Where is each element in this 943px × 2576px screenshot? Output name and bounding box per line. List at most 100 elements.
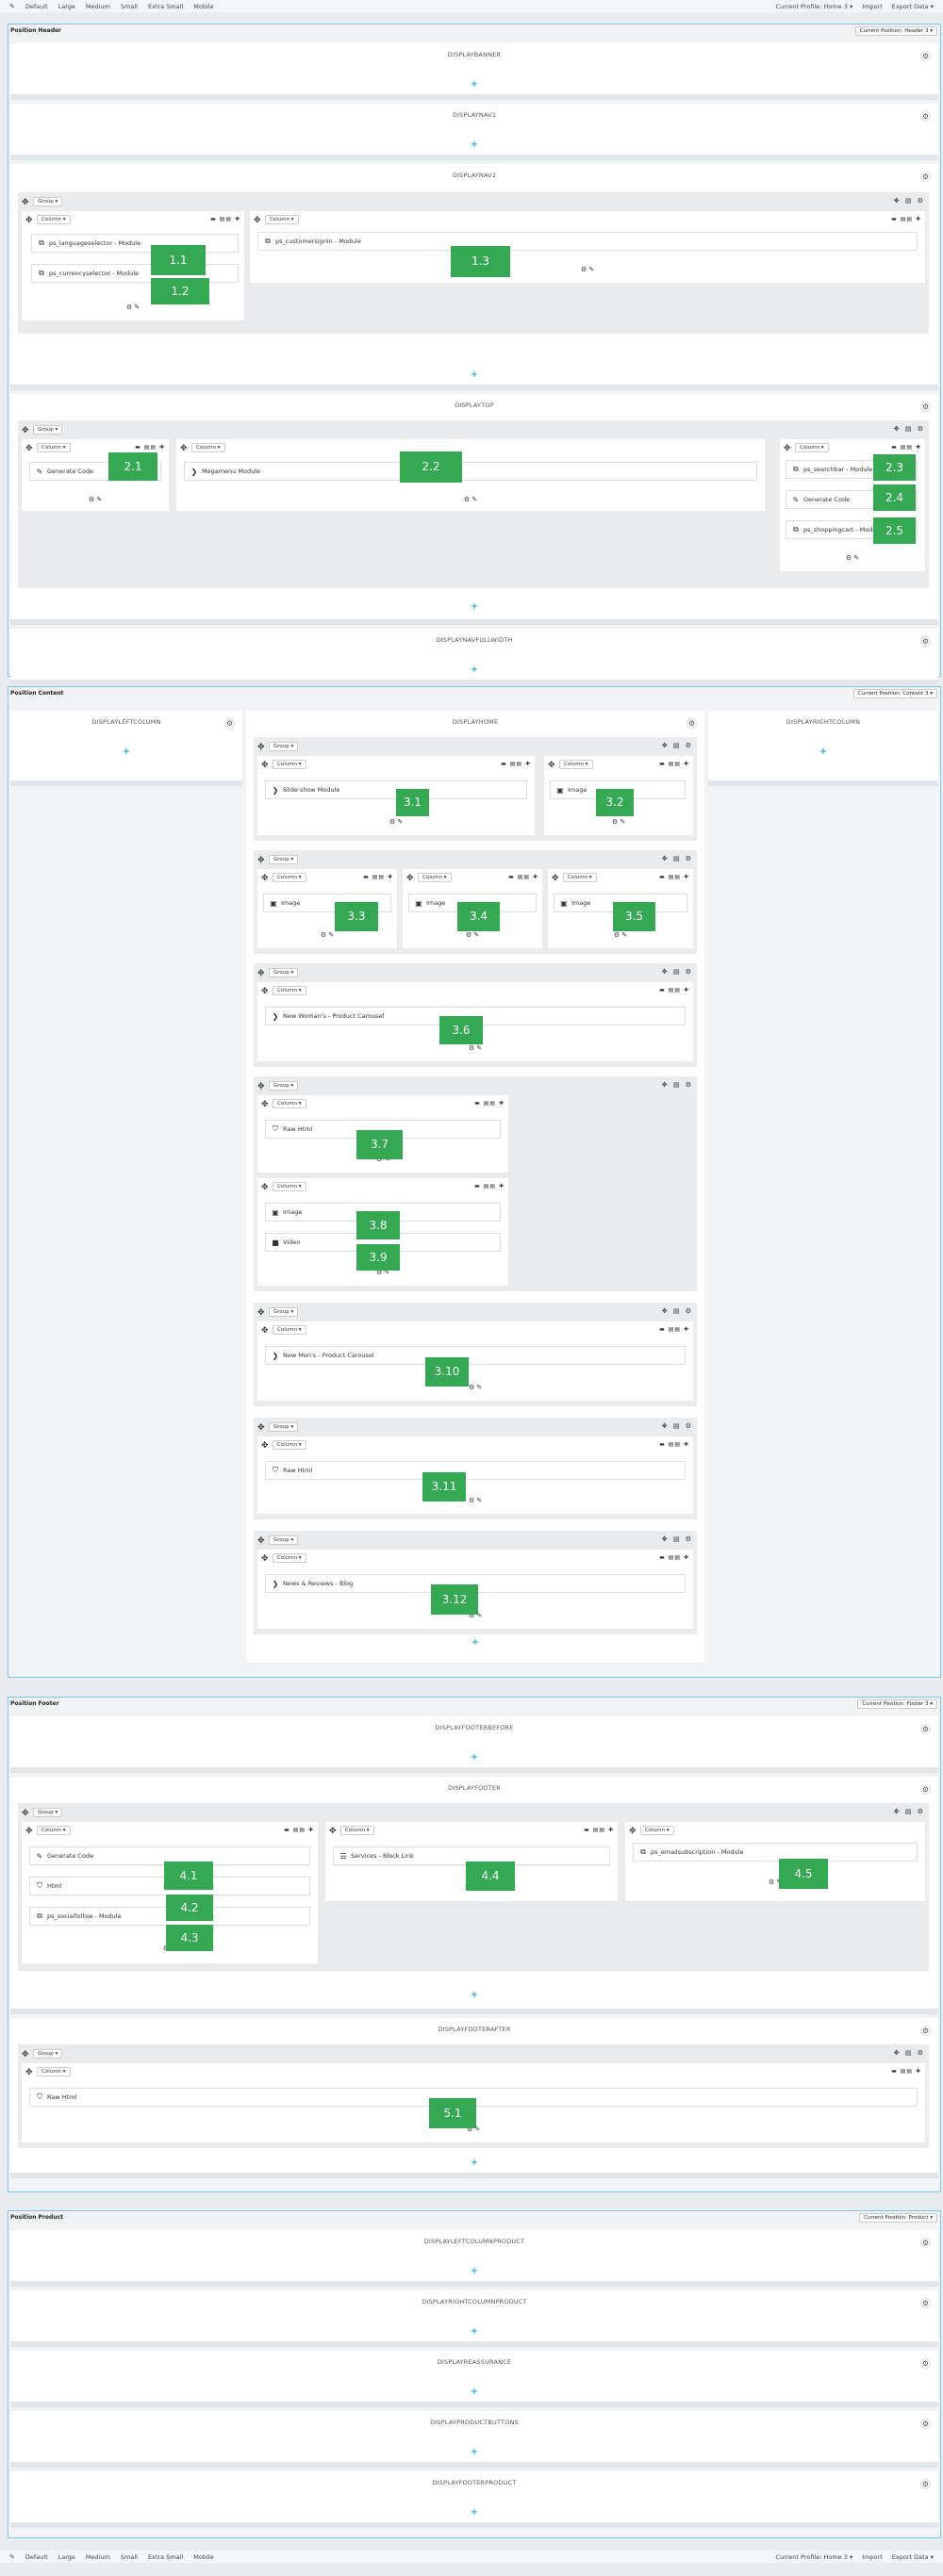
device-medium[interactable]: Medium: [86, 3, 110, 10]
edit-icon[interactable]: ✎: [9, 3, 15, 10]
group-tools[interactable]: ✥ ▤ ⚙: [662, 1422, 693, 1430]
move-icon[interactable]: ✥: [406, 874, 414, 883]
column-dropdown[interactable]: Column ▾: [559, 760, 593, 769]
move-icon[interactable]: ✥: [261, 987, 269, 996]
device-small[interactable]: Small: [121, 2553, 138, 2561]
move-icon[interactable]: ✥: [552, 874, 559, 883]
gear-icon[interactable]: ⚙: [687, 718, 697, 729]
import-button[interactable]: Import: [862, 2553, 883, 2561]
edit-icon[interactable]: ✎: [9, 2553, 15, 2561]
column-dropdown[interactable]: Column ▾: [273, 760, 306, 769]
add-icon[interactable]: +: [10, 665, 938, 675]
group-dropdown[interactable]: Group ▾: [269, 742, 299, 751]
group-tools[interactable]: ✥ ▤ ⚙: [894, 2049, 925, 2057]
module-item[interactable]: ⧉ ps_customersignin - Module: [257, 232, 918, 251]
device-default[interactable]: Default: [25, 2553, 48, 2561]
move-icon[interactable]: ✥: [257, 1423, 265, 1433]
column-dropdown[interactable]: Column ▾: [191, 443, 225, 452]
move-icon[interactable]: ✥: [548, 761, 555, 770]
move-icon[interactable]: ✥: [254, 216, 261, 225]
move-icon[interactable]: ✥: [329, 1827, 337, 1836]
column-tools[interactable]: ▬ ▤▤ ✚: [891, 2068, 921, 2075]
group-tools[interactable]: ✥ ▤ ⚙: [662, 1535, 693, 1543]
gear-icon[interactable]: ⚙: [920, 51, 931, 61]
gear-icon[interactable]: ⚙: [224, 718, 235, 729]
column-tools[interactable]: ▬ ▤▤ ✚: [659, 1326, 689, 1333]
device-extra-small[interactable]: Extra Small: [148, 3, 183, 10]
column-dropdown[interactable]: Column ▾: [563, 873, 597, 882]
column-tools[interactable]: ▬ ▤▤ ✚: [891, 216, 921, 222]
column-dropdown[interactable]: Column ▾: [273, 1553, 306, 1563]
move-icon[interactable]: ✥: [261, 761, 269, 770]
column-actions[interactable]: ⚙ ✎: [625, 1879, 925, 1886]
gear-icon[interactable]: ⚙: [920, 2479, 931, 2489]
column-actions[interactable]: ⚙ ✎: [257, 1384, 693, 1391]
group-tools[interactable]: ✥ ▤ ⚙: [662, 855, 693, 862]
device-medium[interactable]: Medium: [86, 2553, 110, 2561]
group-dropdown[interactable]: Group ▾: [33, 425, 63, 435]
column-dropdown[interactable]: Column ▾: [273, 1099, 306, 1108]
column-dropdown[interactable]: Column ▾: [640, 1826, 674, 1835]
gear-icon[interactable]: ⚙: [920, 402, 931, 412]
column-actions[interactable]: ⚙ ✎: [250, 266, 925, 273]
group-dropdown[interactable]: Group ▾: [33, 197, 63, 206]
module-item[interactable]: ⧉ ps_emailsubscription - Module: [633, 1843, 918, 1862]
device-default[interactable]: Default: [25, 3, 48, 10]
gear-icon[interactable]: ⚙: [920, 2238, 931, 2248]
move-icon[interactable]: ✥: [180, 444, 188, 453]
move-icon[interactable]: ✥: [22, 2050, 29, 2059]
add-icon[interactable]: +: [10, 2158, 938, 2168]
move-icon[interactable]: ✥: [784, 444, 791, 453]
add-icon[interactable]: +: [708, 747, 938, 757]
group-tools[interactable]: ✥ ▤ ⚙: [662, 968, 693, 976]
group-dropdown[interactable]: Group ▾: [269, 855, 299, 864]
group-dropdown[interactable]: Group ▾: [33, 2049, 63, 2059]
move-icon[interactable]: ✥: [257, 856, 265, 865]
column-tools[interactable]: ▬ ▤▤ ✚: [659, 987, 689, 993]
device-large[interactable]: Large: [58, 3, 75, 10]
group-tools[interactable]: ✥ ▤ ⚙: [662, 1081, 693, 1089]
move-icon[interactable]: ✥: [261, 1554, 269, 1564]
column-dropdown[interactable]: Column ▾: [37, 1826, 71, 1835]
group-dropdown[interactable]: Group ▾: [269, 968, 299, 977]
column-actions[interactable]: ⚙ ✎: [544, 818, 693, 826]
move-icon[interactable]: ✥: [261, 1326, 269, 1336]
import-button[interactable]: Import: [862, 3, 883, 10]
column-dropdown[interactable]: Column ▾: [418, 873, 452, 882]
group-dropdown[interactable]: Group ▾: [33, 1808, 63, 1817]
column-dropdown[interactable]: Column ▾: [273, 1182, 306, 1191]
column-tools[interactable]: ▬ ▤▤ ✚: [659, 761, 689, 767]
gear-icon[interactable]: ⚙: [920, 2358, 931, 2369]
export-button[interactable]: Export Data ▾: [892, 3, 934, 10]
column-actions[interactable]: ⚙ ✎: [22, 496, 169, 503]
move-icon[interactable]: ✥: [261, 1183, 269, 1192]
column-actions[interactable]: ⚙ ✎: [257, 1497, 693, 1504]
column-tools[interactable]: ▬ ▤▤ ✚: [363, 874, 393, 880]
move-icon[interactable]: ✥: [25, 216, 33, 225]
group-tools[interactable]: ✥ ▤ ⚙: [894, 425, 925, 433]
move-icon[interactable]: ✥: [257, 1308, 265, 1318]
move-icon[interactable]: ✥: [25, 1827, 33, 1836]
add-icon[interactable]: +: [10, 79, 938, 90]
move-icon[interactable]: ✥: [261, 1441, 269, 1451]
column-actions[interactable]: ⚙ ✎: [257, 1044, 693, 1052]
column-tools[interactable]: ▬ ▤▤ ✚: [474, 1100, 505, 1107]
column-dropdown[interactable]: Column ▾: [265, 215, 299, 224]
move-icon[interactable]: ✥: [261, 1100, 269, 1109]
column-tools[interactable]: ▬ ▤▤ ✚: [501, 761, 531, 767]
column-actions[interactable]: ⚙ ✎: [176, 496, 765, 503]
column-tools[interactable]: ▬ ▤▤ ✚: [659, 1554, 689, 1561]
column-actions[interactable]: ⚙ ✎: [257, 931, 397, 939]
add-icon[interactable]: +: [10, 601, 938, 612]
column-dropdown[interactable]: Column ▾: [37, 215, 71, 224]
add-icon[interactable]: +: [10, 1752, 938, 1763]
column-tools[interactable]: ▬ ▤▤ ✚: [508, 874, 538, 880]
column-tools[interactable]: ▬ ▤▤ ✚: [135, 444, 165, 451]
column-tools[interactable]: ▬ ▤▤ ✚: [659, 1441, 689, 1448]
add-icon[interactable]: +: [10, 2387, 938, 2397]
group-tools[interactable]: ✥ ▤ ⚙: [662, 742, 693, 749]
position-select[interactable]: Current Position: Header 3 ▾: [854, 26, 937, 36]
column-dropdown[interactable]: Column ▾: [37, 443, 71, 452]
gear-icon[interactable]: ⚙: [920, 1724, 931, 1734]
column-actions[interactable]: ⚙ ✎: [548, 931, 693, 939]
